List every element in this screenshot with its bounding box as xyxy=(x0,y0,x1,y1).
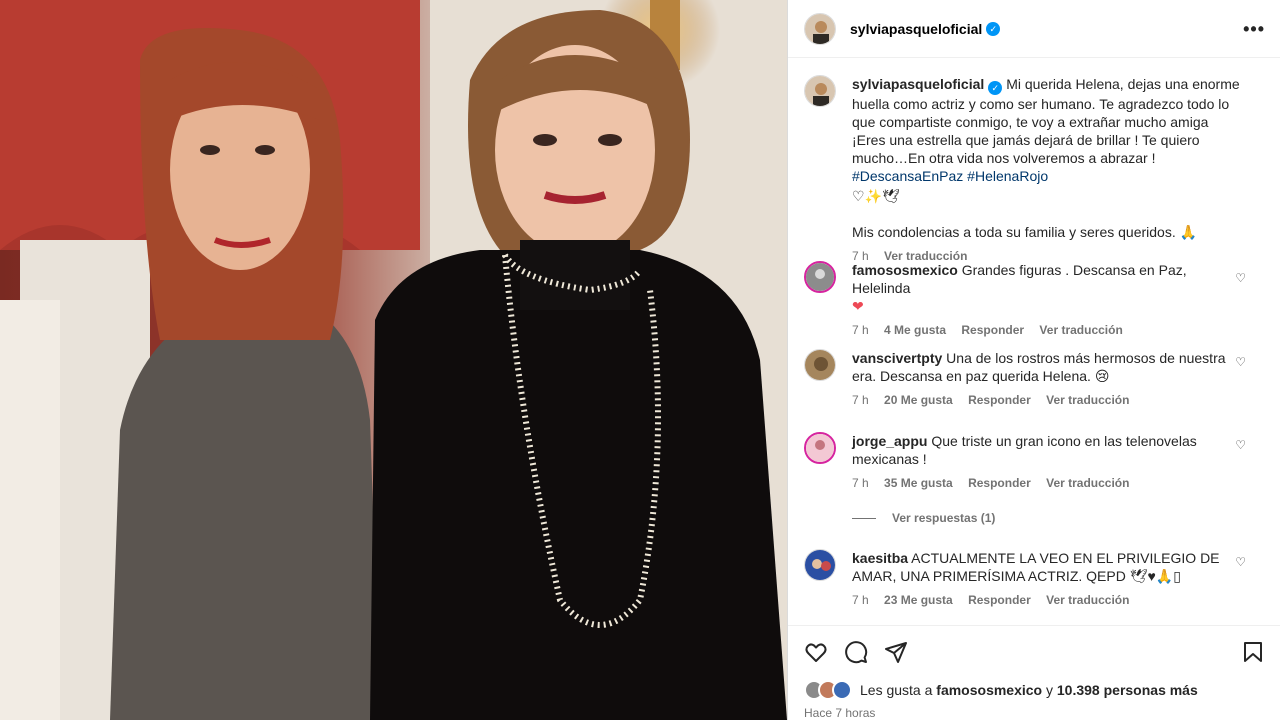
comment-icon[interactable] xyxy=(844,640,868,664)
author-avatar[interactable] xyxy=(804,12,836,45)
comment-time: 7 h xyxy=(852,593,869,607)
likes-count[interactable]: 10.398 personas más xyxy=(1057,682,1198,698)
comment-body: jorge_appu Que triste un gran icono en l… xyxy=(852,432,1242,492)
comment-likes[interactable]: 35 Me gusta xyxy=(884,476,953,490)
comment-like-icon[interactable]: ♡ xyxy=(1235,438,1246,452)
comment-likes[interactable]: 4 Me gusta xyxy=(884,323,946,337)
post-time: Hace 7 horas xyxy=(804,706,876,720)
comment-like-icon[interactable]: ♡ xyxy=(1235,355,1246,369)
comment-username[interactable]: kaesitba xyxy=(852,550,908,566)
comment-reply-button[interactable]: Responder xyxy=(968,593,1031,607)
likes-mid: y xyxy=(1046,682,1053,698)
comment-likes[interactable]: 23 Me gusta xyxy=(884,593,953,607)
commenter-avatar[interactable] xyxy=(804,261,836,293)
post-header: sylviapasqueloficial ✓ ••• xyxy=(788,0,1280,58)
comments-area[interactable]: sylviapasqueloficial ✓ Mi querida Helena,… xyxy=(788,59,1280,625)
comment-text: ACTUALMENTE LA VEO EN EL PRIVILEGIO DE A… xyxy=(852,550,1220,584)
post-photo xyxy=(0,0,787,720)
bookmark-icon[interactable] xyxy=(1241,640,1265,664)
likes-user[interactable]: famososmexico xyxy=(936,682,1042,698)
comment-emoji: ❤ xyxy=(852,298,864,314)
comment-time: 7 h xyxy=(852,323,869,337)
comment-likes[interactable]: 20 Me gusta xyxy=(884,393,953,407)
comment-time: 7 h xyxy=(852,393,869,407)
comment-meta: 7 h 35 Me gusta Responder Ver traducción xyxy=(852,474,1242,492)
comment-like-icon[interactable]: ♡ xyxy=(1235,555,1246,569)
comment-meta: 7 h 23 Me gusta Responder Ver traducción xyxy=(852,591,1242,609)
caption-avatar[interactable] xyxy=(804,75,836,107)
comment-body: vanscivertpty Una de los rostros más her… xyxy=(852,349,1242,409)
caption-body: sylviapasqueloficial ✓ Mi querida Helena,… xyxy=(852,75,1242,265)
view-replies-button[interactable]: Ver respuestas (1) xyxy=(852,511,995,525)
comment-time: 7 h xyxy=(852,476,869,490)
replies-divider xyxy=(852,517,876,519)
post-viewer: sylviapasqueloficial ✓ ••• sylviapasquel… xyxy=(0,0,1280,720)
post-side-panel: sylviapasqueloficial ✓ ••• sylviapasquel… xyxy=(787,0,1280,720)
commenter-avatar[interactable] xyxy=(804,549,836,581)
heart-icon[interactable] xyxy=(804,640,828,664)
more-options-icon[interactable]: ••• xyxy=(1243,19,1265,40)
post-caption: sylviapasqueloficial ✓ Mi querida Helena,… xyxy=(804,75,1274,263)
caption-second-paragraph: Mis condolencias a toda su familia y ser… xyxy=(852,224,1198,240)
comment-meta: 7 h 4 Me gusta Responder Ver traducción xyxy=(852,321,1242,339)
likes-prefix: Les gusta a xyxy=(860,682,933,698)
caption-emoji-line: ♡✨🕊 xyxy=(852,188,900,204)
comment-body: kaesitba ACTUALMENTE LA VEO EN EL PRIVIL… xyxy=(852,549,1242,609)
caption-hashtags[interactable]: #DescansaEnPaz #HelenaRojo xyxy=(852,168,1048,184)
comment-translate-link[interactable]: Ver traducción xyxy=(1046,393,1129,407)
comment-translate-link[interactable]: Ver traducción xyxy=(1046,476,1129,490)
photo-illustration xyxy=(0,0,787,720)
commenter-avatar[interactable] xyxy=(804,432,836,464)
comment-item: famososmexico Grandes figuras . Descansa… xyxy=(804,261,1274,337)
post-actions: Les gusta a famososmexico y 10.398 perso… xyxy=(788,625,1280,720)
commenter-avatar[interactable] xyxy=(804,349,836,381)
likes-summary: Les gusta a famososmexico y 10.398 perso… xyxy=(804,680,1198,700)
comment-item: jorge_appu Que triste un gran icono en l… xyxy=(804,432,1274,496)
verified-badge-icon: ✓ xyxy=(986,21,1001,36)
author-username[interactable]: sylviapasqueloficial xyxy=(850,21,982,37)
comment-item: vanscivertpty Una de los rostros más her… xyxy=(804,349,1274,413)
share-icon[interactable] xyxy=(884,640,908,664)
comment-username[interactable]: vanscivertpty xyxy=(852,350,942,366)
comment-reply-button[interactable]: Responder xyxy=(968,476,1031,490)
caption-username[interactable]: sylviapasqueloficial xyxy=(852,76,984,92)
comment-username[interactable]: famososmexico xyxy=(852,262,958,278)
comment-body: famososmexico Grandes figuras . Descansa… xyxy=(852,261,1242,339)
liker-avatar xyxy=(832,680,852,700)
comment-meta: 7 h 20 Me gusta Responder Ver traducción xyxy=(852,391,1242,409)
comment-translate-link[interactable]: Ver traducción xyxy=(1039,323,1122,337)
verified-badge-icon: ✓ xyxy=(988,81,1003,95)
comment-item: kaesitba ACTUALMENTE LA VEO EN EL PRIVIL… xyxy=(804,549,1274,613)
comment-translate-link[interactable]: Ver traducción xyxy=(1046,593,1129,607)
comment-reply-button[interactable]: Responder xyxy=(968,393,1031,407)
comment-reply-button[interactable]: Responder xyxy=(961,323,1024,337)
comment-username[interactable]: jorge_appu xyxy=(852,433,927,449)
comment-like-icon[interactable]: ♡ xyxy=(1235,271,1246,285)
view-replies-label[interactable]: Ver respuestas (1) xyxy=(892,511,995,525)
